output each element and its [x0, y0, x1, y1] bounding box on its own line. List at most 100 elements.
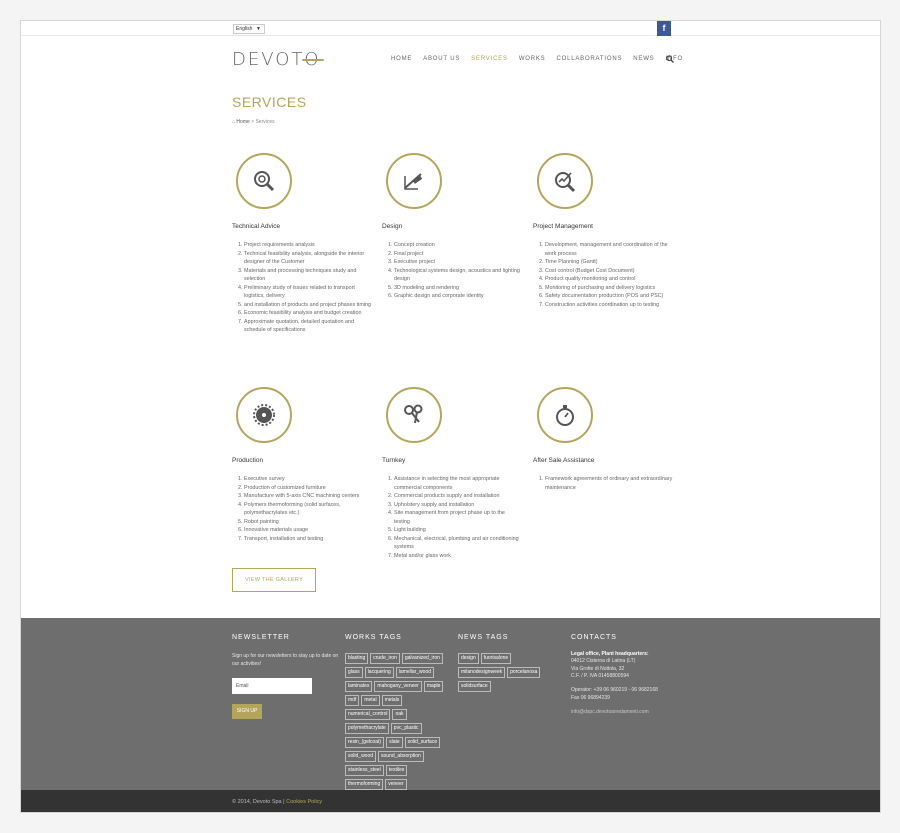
- tag-link[interactable]: solid_surface: [404, 737, 441, 748]
- service-title: Production: [232, 457, 264, 464]
- list-item: Time Planning (Gantt): [545, 258, 673, 267]
- language-select[interactable]: English ▼: [233, 24, 265, 34]
- view-gallery-button[interactable]: VIEW THE GALLERY: [232, 568, 316, 592]
- list-item: Cost control (Budget Cost Document): [545, 267, 673, 276]
- service-title: After Sale Assistance: [533, 457, 595, 464]
- copyright: © 2014, Devoto Spa | Cookies Policy: [232, 799, 322, 805]
- tag-link[interactable]: sound_absorption: [378, 751, 424, 762]
- works-tags-list: blasting crude_iron galvanized_iron glass la…: [345, 653, 445, 790]
- newsletter-title: NEWSLETTER: [232, 634, 290, 641]
- tag-link[interactable]: numerical_control: [345, 709, 391, 720]
- list-item: Executive project: [394, 258, 522, 267]
- list-item: Final project: [394, 250, 522, 259]
- nav-home[interactable]: HOME: [391, 56, 412, 62]
- tag-link[interactable]: solidsurface: [458, 681, 491, 692]
- newsletter-section: NEWSLETTER Sign up for our newsletters t…: [232, 634, 342, 719]
- list-item: 3D modeling and rendering: [394, 284, 522, 293]
- list-item: and installation of products and project…: [244, 301, 372, 310]
- contact-email-link[interactable]: info@dspc.devotoarredamenti.com: [571, 709, 649, 715]
- service-title: Turnkey: [382, 457, 406, 464]
- list-item: Metal and/or glass work: [394, 552, 522, 561]
- service-title: Technical Advice: [232, 223, 281, 230]
- works-tags-title: WORKS TAGS: [345, 634, 402, 641]
- search-icon[interactable]: [666, 55, 674, 65]
- tag-link[interactable]: stainless_steel: [345, 765, 384, 776]
- phone-number: Operator: +39 06 960219 - 06 9682168: [571, 687, 658, 694]
- language-value: English: [236, 26, 253, 32]
- main-nav: HOME ABOUT US SERVICES WORKS COLLABORATI…: [391, 55, 683, 65]
- list-item: Concept creation: [394, 241, 522, 250]
- vat-number: C.F. / P. IVA 01458800594: [571, 672, 629, 679]
- newsletter-text: Sign up for our newsletters to stay up t…: [232, 653, 339, 667]
- list-item: Innovative materials usage: [244, 526, 372, 535]
- tag-link[interactable]: textiles: [385, 765, 408, 776]
- saw-blade-icon: [236, 387, 292, 443]
- tag-link[interactable]: solid_wood: [345, 751, 377, 762]
- tag-link[interactable]: slate: [386, 737, 403, 748]
- copyright-text: © 2014, Devoto Spa |: [232, 799, 285, 805]
- tag-link[interactable]: galvanized_iron: [401, 653, 443, 664]
- tag-link[interactable]: fuorisalone: [480, 653, 512, 664]
- list-item: Manufacture with 5-axis CNC machining ce…: [244, 492, 372, 501]
- list-item: Product quality monitoring and control: [545, 275, 673, 284]
- nav-collaborations[interactable]: COLLABORATIONS: [556, 56, 622, 62]
- tag-link[interactable]: resin_(gelcoat): [345, 737, 385, 748]
- address-line: 04012 Cisterna di Latina (LT): [571, 658, 636, 665]
- list-item: Development, management and coordination…: [545, 241, 673, 258]
- service-technical-advice: Technical Advice Project requirements an…: [232, 153, 372, 335]
- facebook-icon[interactable]: f: [657, 21, 671, 36]
- tag-link[interactable]: design: [458, 653, 479, 664]
- tag-link[interactable]: veneer: [385, 779, 407, 790]
- list-item: Technical feasibility analysis, alongsid…: [244, 250, 372, 267]
- tag-link[interactable]: blasting: [345, 653, 369, 664]
- tag-link[interactable]: mahogany_veneer: [374, 681, 422, 692]
- list-item: Executive survey: [244, 475, 372, 484]
- list-item: Graphic design and corporate identity: [394, 292, 522, 301]
- tag-link[interactable]: oak: [392, 709, 407, 720]
- tag-link[interactable]: pvc_plastic: [390, 723, 422, 734]
- tag-link[interactable]: lacquering: [364, 667, 394, 678]
- tag-link[interactable]: glass: [345, 667, 363, 678]
- tag-link[interactable]: crude_iron: [370, 653, 400, 664]
- tag-link[interactable]: porcelanosa: [507, 667, 541, 678]
- service-production: Production Executive survey Production o…: [232, 387, 372, 543]
- footer: NEWSLETTER Sign up for our newsletters t…: [21, 618, 880, 790]
- keys-icon: [386, 387, 442, 443]
- service-list: Executive survey Production of customize…: [232, 475, 372, 543]
- drafting-tools-icon: [386, 153, 442, 209]
- list-item: Construction activities coordination up …: [545, 301, 673, 310]
- list-item: Project requirements analysis: [244, 241, 372, 250]
- home-icon[interactable]: ⌂: [232, 119, 235, 125]
- tag-link[interactable]: metals: [381, 695, 403, 706]
- email-input[interactable]: Email: [232, 678, 312, 694]
- nav-works[interactable]: WORKS: [519, 56, 546, 62]
- tag-link[interactable]: milanodesignweek: [458, 667, 506, 678]
- list-item: Upholstery supply and installation: [394, 501, 522, 510]
- breadcrumb-separator: >: [251, 119, 255, 125]
- tag-link[interactable]: lamellar_wood: [395, 667, 435, 678]
- tag-link[interactable]: metal: [361, 695, 380, 706]
- contacts-title: CONTACTS: [571, 634, 617, 641]
- signup-button[interactable]: SIGN UP: [232, 704, 262, 719]
- nav-news[interactable]: NEWS: [633, 56, 654, 62]
- news-tags-list: design fuorisalone milanodesignweek porcela…: [458, 653, 558, 692]
- tag-link[interactable]: mdf: [345, 695, 360, 706]
- service-list: Development, management and coordination…: [533, 241, 673, 309]
- list-item: Site management from project phase up to…: [394, 509, 522, 526]
- tag-link[interactable]: laminates: [345, 681, 373, 692]
- breadcrumb-home[interactable]: Home: [236, 119, 249, 125]
- cookies-policy-link[interactable]: Cookies Policy: [286, 799, 322, 805]
- magnifier-chart-icon: [537, 153, 593, 209]
- list-item: Polymers thermoforming (solid surfaces, …: [244, 501, 372, 518]
- nav-services[interactable]: SERVICES: [471, 56, 508, 62]
- nav-about-us[interactable]: ABOUT US: [423, 56, 460, 62]
- list-item: Light building: [394, 526, 522, 535]
- tag-link[interactable]: maple: [423, 681, 444, 692]
- contact-details: Legal office, Plant headquarters: 04012 …: [571, 651, 701, 717]
- service-project-management: Project Management Development, manageme…: [533, 153, 673, 309]
- logo-swoosh: [302, 59, 324, 61]
- tag-link[interactable]: polymethacrylate: [345, 723, 389, 734]
- list-item: Framework agreements of ordinary and ext…: [545, 475, 673, 492]
- tag-link[interactable]: thermoforming: [345, 779, 384, 790]
- list-item: Economic feasibility analysis and budget…: [244, 309, 372, 318]
